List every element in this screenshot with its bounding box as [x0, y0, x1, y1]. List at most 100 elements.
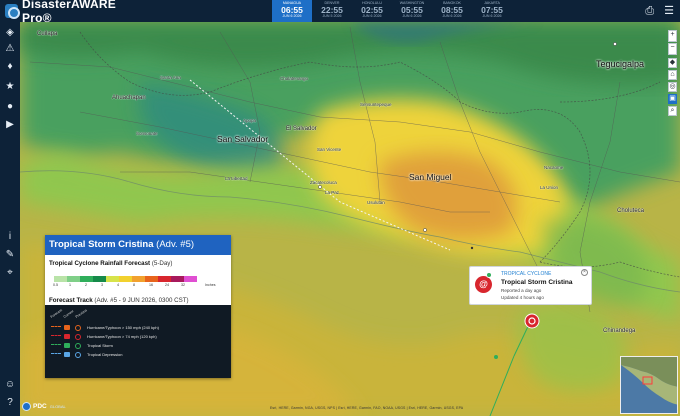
city-label: Chinandega — [603, 328, 636, 334]
forecast-line-swatch — [51, 344, 61, 348]
previous-swatch — [75, 343, 81, 349]
map-attribution: Esri, HERE, Garmin, NGA, USGS, NPS | Esr… — [270, 406, 464, 410]
timezone-clock-4[interactable]: BANGKOK 08:55 JUN 6 2026 — [432, 0, 472, 22]
rainfall-subtitle-text: (5-Day) — [151, 260, 173, 267]
forecast-line-swatch — [51, 353, 61, 357]
city-label: La Union — [540, 185, 559, 190]
popup-reported: Reported a day ago — [501, 288, 542, 293]
pdc-logo: PDC GLOBAL — [22, 402, 66, 411]
popup-type: TROPICAL CYCLONE — [501, 271, 552, 277]
popup-updated: Updated 4 hours ago — [501, 295, 544, 300]
track-legend-label: Hurricane/Typhoon > 150 mph (240 kph) — [87, 325, 159, 330]
zoom-out-button[interactable]: − — [668, 43, 677, 55]
pdc-logo-sub: GLOBAL — [49, 404, 66, 409]
scale-swatch — [106, 276, 119, 282]
scale-label: 4 — [117, 283, 119, 287]
city-label: Zacatecoluca — [310, 180, 337, 185]
track-legend-label: Tropical Storm — [87, 343, 113, 348]
city-label: La Libertad — [225, 176, 248, 181]
select-tool-icon[interactable]: ▣ — [668, 94, 677, 104]
track-title-text: Forecast Track — [49, 297, 93, 304]
advisory-label: (Adv. #5) — [156, 239, 195, 250]
city-label: Usulután — [367, 200, 385, 205]
scale-label: 1 — [69, 283, 71, 287]
status-badge — [486, 272, 492, 278]
scale-label: 24 — [165, 283, 169, 287]
clock-time: 02:55 — [361, 5, 383, 15]
top-bar: DisasterAWARE Pro® MANAGUA 06:55 JUN 6 202… — [0, 0, 680, 25]
scale-swatch — [145, 276, 158, 282]
close-icon[interactable]: × — [581, 269, 588, 276]
clock-time: 06:55 — [281, 5, 303, 15]
timezone-clocks: MANAGUA 06:55 JUN 6 2026 DENVER 22:55 JUN 5 2… — [272, 0, 512, 22]
scale-swatch — [93, 276, 106, 282]
clock-time: 05:55 — [401, 5, 423, 15]
rainfall-scale-labels: 0.5 1 2 3 4 8 16 24 32 Inches — [49, 283, 229, 291]
popup-storm-name[interactable]: Tropical Storm Cristina — [501, 279, 573, 286]
scale-label: 0.5 — [53, 283, 58, 287]
timezone-clock-1[interactable]: DENVER 22:55 JUN 5 2026 — [312, 0, 352, 22]
city-label: San Miguel — [409, 172, 452, 182]
print-icon[interactable]: ⎙ — [645, 4, 654, 18]
user-icon[interactable]: ☺ — [3, 378, 17, 392]
alert-bell-icon[interactable]: ♦ — [3, 60, 17, 74]
city-label: La Paz — [325, 190, 340, 195]
track-subtitle-text: (Adv. #5 - 9 JUN 2026, 0300 CST) — [94, 297, 189, 304]
clock-date: JUN 5 2026 — [322, 14, 342, 18]
city-label: Tegucigalpa — [596, 59, 645, 69]
timezone-clock-2[interactable]: HONOLULU 02:55 JUN 6 2026 — [352, 0, 392, 22]
track-legend-label: Hurricane/Typhoon > 74 mph (120 kph) — [87, 334, 157, 339]
scale-swatch — [80, 276, 93, 282]
city-label: Choluteca — [617, 208, 645, 214]
zoom-in-button[interactable]: + — [668, 30, 677, 42]
pdc-logo-text: PDC — [33, 403, 47, 410]
legend-header: Tropical Storm Cristina (Adv. #5) — [45, 235, 231, 255]
info-icon[interactable]: i — [3, 230, 17, 244]
timezone-clock-0[interactable]: MANAGUA 06:55 JUN 6 2026 — [272, 0, 312, 22]
menu-icon[interactable]: ☰ — [664, 4, 674, 18]
brand[interactable]: DisasterAWARE Pro® — [0, 0, 140, 25]
city-label: Ahuachapan — [112, 95, 146, 101]
home-icon[interactable]: ⌂ — [668, 70, 677, 80]
col-current: Current — [62, 309, 75, 319]
scale-swatch — [171, 276, 184, 282]
locate-icon[interactable]: ◎ — [668, 82, 677, 92]
pdc-globe-icon — [22, 402, 31, 411]
current-swatch — [64, 343, 70, 348]
clock-date: JUN 6 2026 — [442, 14, 462, 18]
previous-swatch — [75, 325, 81, 331]
storm-popup[interactable]: @ TROPICAL CYCLONE Tropical Storm Cristi… — [469, 266, 592, 305]
timezone-clock-3[interactable]: WASHINGTON 05:55 JUN 6 2026 — [392, 0, 432, 22]
scale-swatch — [184, 276, 197, 282]
scale-swatch — [132, 276, 145, 282]
compass-icon[interactable]: ◆ — [668, 58, 677, 68]
city-label: Sonsonate — [136, 131, 158, 136]
search-icon[interactable]: ⌕ — [668, 106, 677, 116]
rainfall-title-text: Tropical Cyclone Rainfall Forecast — [49, 260, 151, 267]
track-legend-row: Tropical Depression — [51, 352, 226, 359]
scale-swatch — [158, 276, 171, 282]
measure-icon[interactable]: ✎ — [3, 248, 17, 262]
app-title: DisasterAWARE Pro® — [22, 0, 116, 25]
favorites-icon[interactable]: ★ — [3, 80, 17, 94]
track-legend: Forecast Current Previous Hurricane/Typh… — [45, 305, 231, 378]
clock-time: 07:55 — [481, 5, 503, 15]
current-swatch — [64, 334, 70, 339]
layers-icon[interactable]: ◈ — [3, 26, 17, 40]
city-label: Cuilapa — [37, 31, 58, 37]
cyclone-icon: @ — [475, 276, 492, 293]
hazard-icon[interactable]: ⚠ — [3, 42, 17, 56]
overview-minimap[interactable] — [620, 356, 678, 414]
clock-date: JUN 6 2026 — [362, 14, 382, 18]
measure-alt-icon[interactable]: ⌖ — [3, 266, 17, 280]
track-legend-row: Hurricane/Typhoon > 150 mph (240 kph) — [51, 325, 226, 332]
rainfall-color-scale — [54, 276, 197, 282]
video-icon[interactable]: ▶ — [3, 118, 17, 132]
left-toolbar: ◈ ⚠ ♦ ★ ● ▶ i ✎ ⌖ ☺ ? — [0, 22, 20, 416]
timezone-clock-5[interactable]: JAKARTA 07:55 JUN 6 2026 — [472, 0, 512, 22]
track-legend-row: Hurricane/Typhoon > 74 mph (120 kph) — [51, 334, 226, 341]
track-legend-label: Tropical Depression — [87, 352, 123, 357]
help-icon[interactable]: ? — [3, 396, 17, 410]
location-pin-icon[interactable]: ● — [3, 100, 17, 114]
clock-date: JUN 6 2026 — [402, 14, 422, 18]
